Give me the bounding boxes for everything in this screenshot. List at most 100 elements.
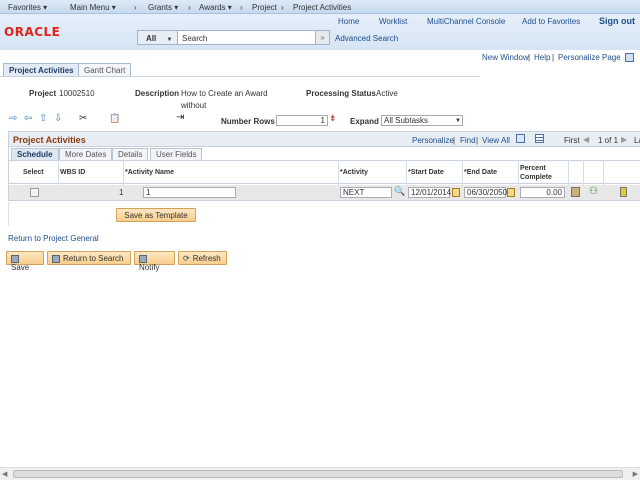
move-down-icon[interactable]: ⇩ bbox=[54, 113, 62, 124]
advanced-search-link[interactable]: Advanced Search bbox=[335, 34, 398, 43]
breadcrumb-project[interactable]: Project bbox=[252, 3, 277, 12]
tab-gantt-chart[interactable]: Gantt Chart bbox=[78, 63, 132, 76]
add-to-favorites-link[interactable]: Add to Favorites bbox=[522, 17, 580, 26]
new-window-link[interactable]: New Window bbox=[482, 53, 529, 62]
table-row: 1 1 NEXT 🔍 12/01/2014 06/30/2050 0.00 ⚇ bbox=[9, 185, 640, 200]
download-excel-icon[interactable] bbox=[535, 134, 544, 143]
scroll-left-icon[interactable]: ◀ bbox=[2, 470, 7, 478]
scrollbar-thumb[interactable] bbox=[13, 470, 623, 478]
insert-row-icon[interactable]: ⇥ bbox=[176, 112, 184, 123]
return-to-project-general-link[interactable]: Return to Project General bbox=[8, 234, 99, 243]
search-scope-value: All bbox=[146, 34, 157, 43]
outdent-left-icon[interactable]: ⇦ bbox=[24, 113, 32, 124]
col-start-date: *Start Date bbox=[408, 169, 444, 176]
sign-out-link[interactable]: Sign out bbox=[599, 16, 635, 26]
tab-details[interactable]: Details bbox=[112, 148, 149, 160]
row-range: 1 of 1 bbox=[598, 136, 619, 145]
multichannel-console-link[interactable]: MultiChannel Console bbox=[427, 17, 505, 26]
worklist-link[interactable]: Worklist bbox=[379, 17, 407, 26]
notify-label: Notify bbox=[139, 263, 160, 272]
refresh-icon: ⟳ bbox=[183, 254, 190, 263]
divider: | bbox=[453, 136, 456, 145]
end-date-input[interactable]: 06/30/2050 bbox=[464, 187, 507, 198]
paste-icon[interactable]: 📋 bbox=[109, 113, 120, 124]
tab-project-activities[interactable]: Project Activities bbox=[3, 63, 80, 76]
oracle-logo: ORACLE bbox=[4, 25, 61, 39]
return-to-search-label: Return to Search bbox=[63, 254, 124, 263]
last-link[interactable]: La bbox=[634, 136, 640, 145]
number-rows-input[interactable]: 1 bbox=[276, 115, 328, 126]
insert-rows-icon[interactable]: ⇟ bbox=[329, 113, 337, 124]
find-link[interactable]: Find bbox=[460, 136, 476, 145]
description-value: How to Create an Award bbox=[181, 89, 268, 98]
tab-user-fields[interactable]: User Fields bbox=[150, 148, 203, 160]
dropdown-arrow-icon: ▼ bbox=[455, 118, 461, 124]
home-link[interactable]: Home bbox=[338, 17, 359, 26]
calendar-icon[interactable] bbox=[452, 188, 460, 197]
favorites-menu[interactable]: Favorites ▾ bbox=[8, 3, 47, 12]
team-members-icon[interactable]: ⚇ bbox=[589, 186, 598, 197]
tab-schedule[interactable]: Schedule bbox=[11, 148, 59, 160]
tab-underline bbox=[0, 76, 480, 77]
search-scope-select[interactable]: All ▼ bbox=[138, 31, 178, 44]
breadcrumb-project-activities[interactable]: Project Activities bbox=[293, 3, 351, 12]
percent-complete-input[interactable]: 0.00 bbox=[520, 187, 565, 198]
activity-input[interactable]: NEXT bbox=[340, 187, 392, 198]
task-details-icon[interactable] bbox=[571, 187, 580, 197]
personalize-link[interactable]: Personalize bbox=[412, 136, 454, 145]
breadcrumb-grants[interactable]: Grants ▾ bbox=[148, 3, 178, 12]
search-go-icon[interactable]: » bbox=[315, 30, 330, 45]
breadcrumb-separator: › bbox=[188, 3, 191, 12]
save-button[interactable]: Save bbox=[6, 251, 44, 272]
breadcrumb-separator: › bbox=[134, 3, 137, 12]
divider bbox=[8, 202, 9, 226]
return-to-search-button[interactable]: Return to Search bbox=[47, 251, 131, 265]
expand-value: All Subtasks bbox=[384, 116, 429, 125]
personalize-page-link[interactable]: Personalize Page bbox=[558, 53, 621, 62]
return-to-search-icon bbox=[52, 254, 60, 263]
page-layout-icon[interactable] bbox=[625, 53, 634, 62]
zoom-grid-icon[interactable] bbox=[516, 134, 525, 143]
grid-header: Select WBS ID *Activity Name *Activity *… bbox=[9, 160, 640, 184]
project-activities-grid: Project Activities Personalize | Find | … bbox=[8, 131, 640, 201]
expand-label: Expand bbox=[350, 117, 379, 126]
col-activity: *Activity bbox=[340, 169, 369, 176]
first-link[interactable]: First bbox=[564, 136, 580, 145]
grid-title: Project Activities bbox=[13, 135, 86, 145]
divider: | bbox=[552, 53, 555, 62]
horizontal-scrollbar[interactable]: ◀ ▶ bbox=[0, 467, 640, 480]
expand-select[interactable]: All Subtasks ▼ bbox=[381, 115, 463, 126]
project-label: Project bbox=[29, 89, 57, 98]
description-value-line2: without bbox=[181, 101, 207, 110]
col-wbs-id: WBS ID bbox=[60, 169, 86, 176]
divider: | bbox=[476, 136, 479, 145]
lookup-icon[interactable]: 🔍 bbox=[394, 186, 405, 197]
refresh-label: Refresh bbox=[192, 254, 221, 263]
main-menu[interactable]: Main Menu ▾ bbox=[70, 3, 116, 12]
help-link[interactable]: Help bbox=[534, 53, 550, 62]
save-as-template-button[interactable]: Save as Template bbox=[116, 208, 196, 222]
view-all-link[interactable]: View All bbox=[482, 136, 510, 145]
search-input[interactable]: Search bbox=[178, 31, 329, 44]
save-label: Save bbox=[11, 263, 30, 272]
search-bar: All ▼ Search bbox=[137, 30, 330, 45]
scroll-right-icon[interactable]: ▶ bbox=[633, 470, 638, 478]
activity-name-input[interactable]: 1 bbox=[143, 187, 236, 198]
description-label: Description bbox=[135, 89, 180, 98]
previous-icon[interactable]: ◀ bbox=[583, 135, 589, 144]
processing-status-value: Active bbox=[376, 89, 398, 98]
tab-more-dates[interactable]: More Dates bbox=[59, 148, 113, 160]
breadcrumb-awards[interactable]: Awards ▾ bbox=[199, 3, 232, 12]
notify-button[interactable]: Notify bbox=[134, 251, 175, 272]
move-up-icon[interactable]: ⇧ bbox=[39, 113, 47, 124]
notify-icon bbox=[139, 254, 147, 263]
indent-right-icon[interactable]: ⇨ bbox=[9, 113, 17, 124]
select-checkbox[interactable] bbox=[30, 188, 39, 197]
notes-icon[interactable] bbox=[620, 187, 627, 197]
start-date-input[interactable]: 12/01/2014 bbox=[408, 187, 451, 198]
header: ORACLE Home Worklist MultiChannel Consol… bbox=[0, 14, 640, 50]
calendar-icon[interactable] bbox=[507, 188, 515, 197]
cut-icon[interactable]: ✂ bbox=[79, 113, 87, 124]
refresh-button[interactable]: ⟳ Refresh bbox=[178, 251, 227, 265]
next-icon[interactable]: ▶ bbox=[621, 135, 627, 144]
